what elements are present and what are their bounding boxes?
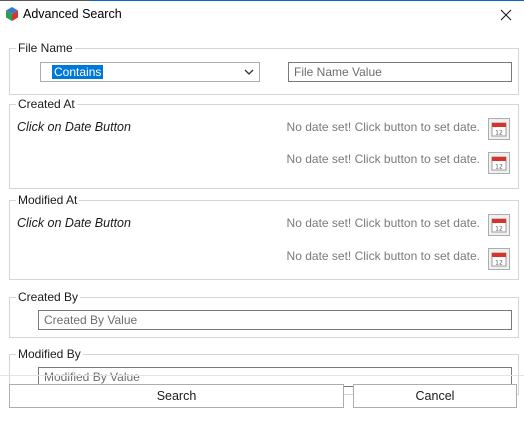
file-name-match-mode-select[interactable]: Contains	[40, 62, 260, 82]
modified-at-group: Modified At Click on Date Button No date…	[9, 193, 519, 280]
advanced-search-dialog: Advanced Search File Name Contains Creat…	[0, 0, 524, 448]
chevron-down-icon	[244, 69, 254, 75]
calendar-icon: 12	[491, 122, 507, 137]
button-separator	[0, 375, 524, 376]
dialog-body: File Name Contains Created At Click on D…	[0, 29, 524, 448]
modified-at-to-date-text: No date set! Click button to set date.	[286, 249, 480, 263]
created-at-from-date-text: No date set! Click button to set date.	[286, 120, 480, 134]
created-at-to-date-text: No date set! Click button to set date.	[286, 152, 480, 166]
cancel-button[interactable]: Cancel	[353, 384, 517, 408]
app-cube-icon	[6, 7, 18, 21]
created-at-to-date-button[interactable]: 12	[488, 152, 510, 174]
calendar-icon: 12	[491, 156, 507, 171]
file-name-value-input[interactable]	[289, 63, 511, 81]
created-at-group: Created At Click on Date Button No date …	[9, 97, 519, 189]
created-by-legend: Created By	[16, 290, 81, 304]
calendar-icon: 12	[491, 252, 507, 267]
created-by-group: Created By	[9, 290, 519, 338]
modified-at-from-date-text: No date set! Click button to set date.	[286, 216, 480, 230]
file-name-value-field[interactable]	[288, 62, 512, 82]
modified-by-legend: Modified By	[16, 347, 83, 361]
created-at-hint: Click on Date Button	[17, 120, 131, 134]
modified-at-legend: Modified At	[16, 193, 80, 207]
svg-text:12: 12	[495, 130, 503, 137]
file-name-legend: File Name	[16, 41, 75, 55]
svg-text:12: 12	[495, 164, 503, 171]
modified-at-from-date-button[interactable]: 12	[488, 214, 510, 236]
title-bar[interactable]: Advanced Search	[0, 1, 524, 29]
created-at-from-date-button[interactable]: 12	[488, 118, 510, 140]
match-mode-value: Contains	[52, 65, 104, 79]
window-title: Advanced Search	[23, 7, 122, 21]
modified-at-hint: Click on Date Button	[17, 216, 131, 230]
close-button[interactable]	[488, 1, 524, 29]
modified-at-to-date-button[interactable]: 12	[488, 248, 510, 270]
svg-text:12: 12	[495, 226, 503, 233]
calendar-icon: 12	[491, 218, 507, 233]
created-by-value-field[interactable]	[38, 310, 512, 330]
created-at-legend: Created At	[16, 97, 77, 111]
search-button[interactable]: Search	[9, 384, 344, 408]
file-name-group: File Name Contains	[9, 41, 519, 95]
created-by-value-input[interactable]	[39, 311, 511, 329]
svg-text:12: 12	[495, 260, 503, 267]
close-icon	[500, 9, 512, 21]
